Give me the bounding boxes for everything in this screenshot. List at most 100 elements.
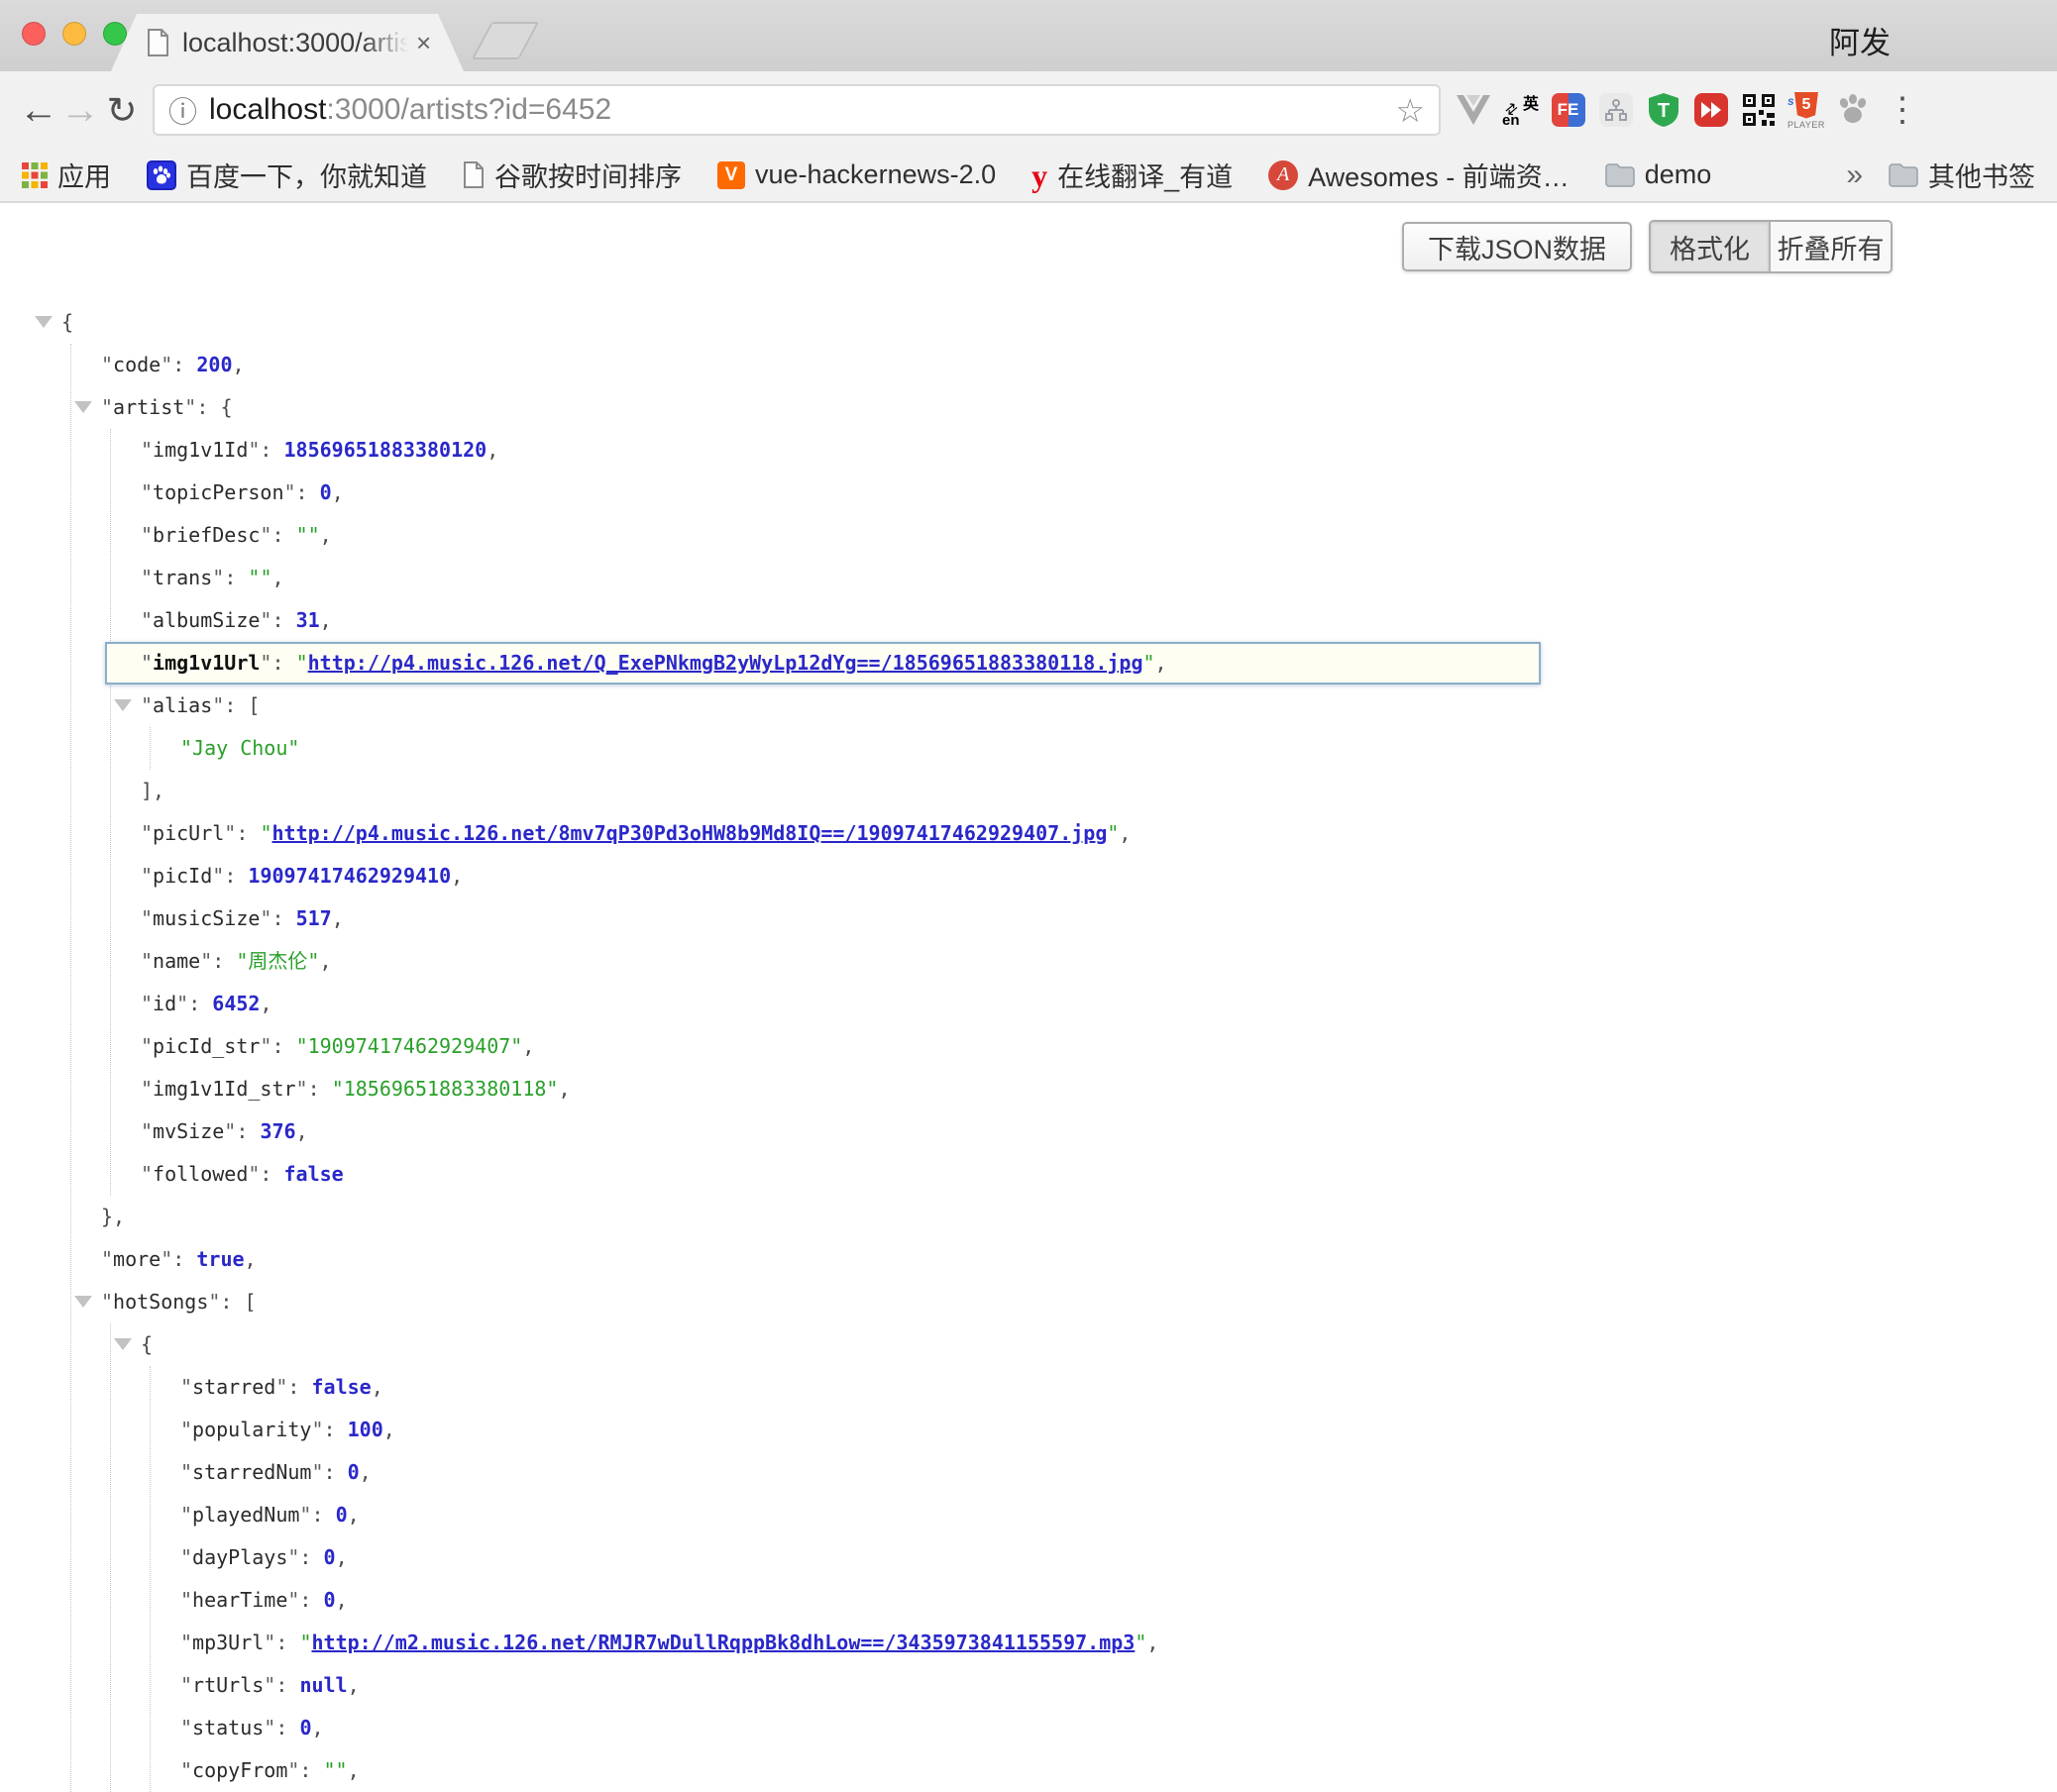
json-token: [ bbox=[248, 693, 260, 717]
bookmark-awesomes[interactable]: A Awesomes - 前端资… bbox=[1268, 156, 1570, 194]
json-line: "albumSize": 31, bbox=[141, 599, 1541, 642]
new-tab-button[interactable] bbox=[472, 22, 539, 59]
bookmark-google-sort[interactable]: 谷歌按时间排序 bbox=[463, 156, 682, 194]
collapse-arrow-icon[interactable] bbox=[74, 1296, 92, 1308]
json-token: , bbox=[245, 1247, 257, 1271]
json-children: "code": 200,"artist": {"img1v1Id": 18569… bbox=[70, 344, 1541, 1792]
browser-toolbar: ← → ↻ ⓘ localhost:3000/artists?id=6452 ☆… bbox=[0, 71, 2057, 149]
json-token: " bbox=[224, 821, 236, 845]
collapse-arrow-icon[interactable] bbox=[114, 1338, 132, 1350]
page-icon bbox=[463, 161, 485, 188]
json-token: " bbox=[260, 1034, 271, 1058]
json-key: starred bbox=[192, 1375, 275, 1399]
back-button[interactable]: ← bbox=[18, 90, 59, 130]
bookmarks-overflow-icon[interactable]: » bbox=[1846, 158, 1863, 192]
json-token: " bbox=[224, 1119, 236, 1143]
json-token: " bbox=[212, 566, 224, 589]
json-token: : bbox=[224, 566, 248, 589]
tab-close-icon[interactable]: × bbox=[416, 30, 431, 55]
vue-devtools-icon[interactable] bbox=[1455, 92, 1491, 129]
json-token: " bbox=[311, 1418, 323, 1441]
format-button[interactable]: 格式化 bbox=[1651, 222, 1771, 271]
bookmark-apps[interactable]: 应用 bbox=[22, 156, 111, 194]
json-token: " bbox=[141, 438, 153, 462]
json-key: trans bbox=[153, 566, 212, 589]
json-token: : bbox=[196, 395, 220, 419]
address-bar[interactable]: ⓘ localhost:3000/artists?id=6452 ☆ bbox=[153, 84, 1441, 136]
json-token: " bbox=[180, 1545, 192, 1569]
json-token: , bbox=[451, 864, 463, 888]
other-bookmarks-label: 其他书签 bbox=[1928, 156, 2035, 194]
bookmark-star-icon[interactable]: ☆ bbox=[1395, 91, 1425, 130]
json-token: " bbox=[180, 1418, 192, 1441]
baidu-paw-icon bbox=[147, 160, 176, 190]
close-window-button[interactable] bbox=[22, 22, 46, 46]
json-value: "19097417462929407" bbox=[296, 1034, 523, 1058]
json-token: " bbox=[260, 821, 271, 845]
json-link[interactable]: http://p4.music.126.net/Q_ExePNkmgB2yWyL… bbox=[308, 651, 1143, 675]
json-key: status bbox=[192, 1716, 264, 1739]
download-json-button[interactable]: 下载JSON数据 bbox=[1402, 222, 1632, 271]
translate-icon[interactable]: 英 en ⇄ bbox=[1502, 92, 1539, 129]
qrcode-icon[interactable] bbox=[1740, 92, 1777, 129]
json-tree-icon[interactable] bbox=[1597, 92, 1634, 129]
profile-name[interactable]: 阿发 bbox=[1829, 18, 1891, 62]
url-text[interactable]: localhost:3000/artists?id=6452 bbox=[209, 93, 1395, 127]
video-speed-icon[interactable] bbox=[1692, 92, 1729, 129]
json-value: false bbox=[284, 1162, 344, 1186]
json-line: "starredNum": 0, bbox=[180, 1451, 1541, 1494]
json-token: " bbox=[296, 651, 308, 675]
tampermonkey-shield-icon[interactable]: T bbox=[1645, 92, 1681, 129]
json-token: " bbox=[180, 1375, 192, 1399]
bookmark-label: Awesomes - 前端资… bbox=[1308, 156, 1570, 194]
json-key: artist bbox=[113, 395, 184, 419]
json-line: }, bbox=[101, 1196, 1541, 1238]
collapse-arrow-icon[interactable] bbox=[74, 401, 92, 413]
json-token: " bbox=[141, 1119, 153, 1143]
collapse-arrow-icon[interactable] bbox=[114, 699, 132, 711]
json-line: "dayPlays": 0, bbox=[180, 1536, 1541, 1579]
html5-player-icon[interactable]: s 5 PLAYER bbox=[1787, 92, 1824, 129]
json-token: : bbox=[224, 864, 248, 888]
json-line: "rtUrls": null, bbox=[180, 1664, 1541, 1707]
json-line: "status": 0, bbox=[180, 1707, 1541, 1749]
other-bookmarks[interactable]: 其他书签 bbox=[1889, 156, 2035, 194]
fehelper-icon[interactable]: FE bbox=[1550, 92, 1586, 129]
zoom-window-button[interactable] bbox=[103, 22, 127, 46]
json-token: " bbox=[141, 608, 153, 632]
json-token: : bbox=[271, 651, 295, 675]
bookmark-vue-hackernews[interactable]: V vue-hackernews-2.0 bbox=[717, 159, 996, 190]
json-token: : bbox=[287, 1375, 311, 1399]
json-token: " bbox=[264, 1716, 275, 1739]
json-key: picId_str bbox=[153, 1034, 260, 1058]
forward-button[interactable]: → bbox=[59, 90, 101, 130]
json-line: "Jay Chou" bbox=[180, 727, 1541, 770]
collapse-arrow-icon[interactable] bbox=[35, 316, 53, 328]
json-value: "" bbox=[296, 523, 320, 547]
json-token: " bbox=[260, 651, 271, 675]
json-link[interactable]: http://m2.music.126.net/RMJR7wDullRqppBk… bbox=[311, 1631, 1135, 1654]
json-value: 0 bbox=[324, 1545, 336, 1569]
bookmark-baidu[interactable]: 百度一下，你就知道 bbox=[147, 156, 427, 194]
json-link[interactable]: http://p4.music.126.net/8mv7qP30Pd3oHW8b… bbox=[271, 821, 1107, 845]
menu-icon[interactable]: ⋮ bbox=[1886, 90, 1919, 130]
json-token: : bbox=[271, 608, 295, 632]
json-token: , bbox=[272, 566, 284, 589]
paw-icon[interactable] bbox=[1835, 92, 1872, 129]
json-key: picId bbox=[153, 864, 212, 888]
json-key: mp3Url bbox=[192, 1631, 264, 1654]
json-token: ], bbox=[141, 779, 164, 802]
json-line: "copyFrom": "", bbox=[180, 1749, 1541, 1792]
minimize-window-button[interactable] bbox=[62, 22, 86, 46]
json-key: popularity bbox=[192, 1418, 311, 1441]
bookmark-folder-demo[interactable]: demo bbox=[1605, 159, 1712, 190]
json-token: " bbox=[260, 906, 271, 930]
reload-button[interactable]: ↻ bbox=[101, 92, 143, 129]
info-icon[interactable]: ⓘ bbox=[168, 89, 197, 131]
browser-tab[interactable]: localhost:3000/artists?id=645 × bbox=[111, 14, 464, 71]
url-rest: :3000/artists?id=6452 bbox=[326, 93, 611, 126]
json-token: " bbox=[299, 1631, 311, 1654]
collapse-all-button[interactable]: 折叠所有 bbox=[1771, 222, 1891, 271]
bookmark-youdao[interactable]: y 在线翻译_有道 bbox=[1031, 156, 1233, 194]
json-token: " bbox=[141, 1162, 153, 1186]
